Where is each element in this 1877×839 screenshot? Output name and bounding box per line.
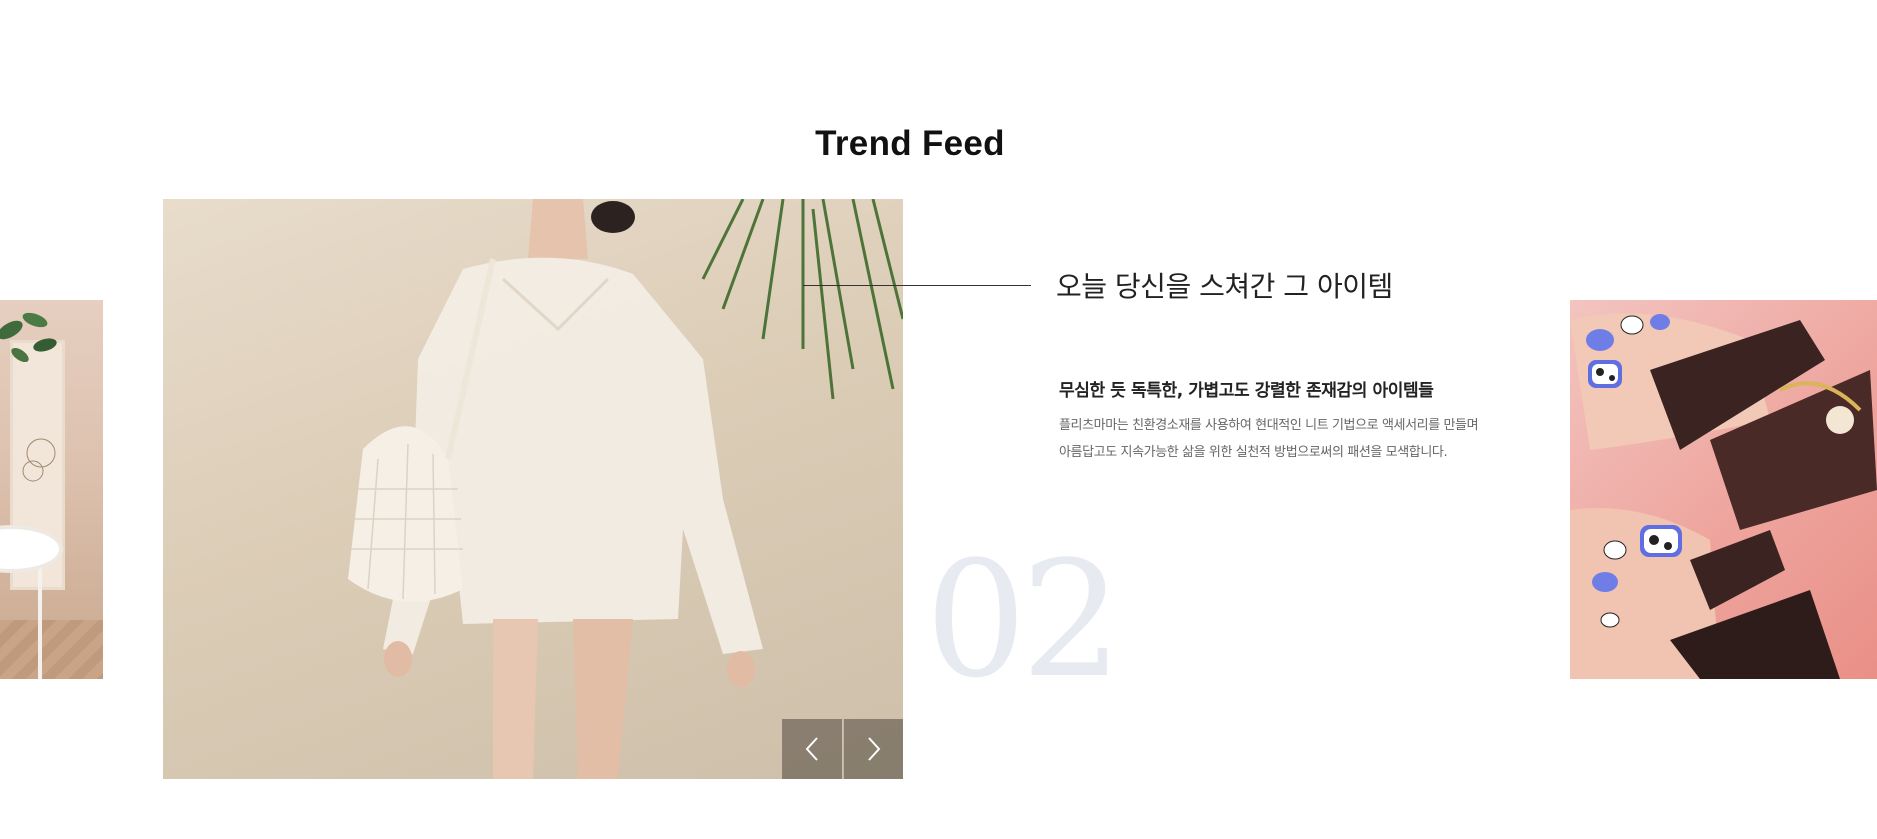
slider-nav [782, 719, 903, 779]
plant-image [0, 312, 57, 363]
chevron-left-icon [805, 737, 818, 761]
chevron-right-icon [867, 737, 880, 761]
next-slide-thumbnail[interactable] [1570, 300, 1877, 679]
slide-headline: 오늘 당신을 스쳐간 그 아이템 [1056, 270, 1393, 303]
slide-subhead: 무심한 듯 독특한, 가볍고도 강렬한 존재감의 아이템들 [1059, 381, 1434, 401]
description-line: 아름답고도 지속가능한 삶을 위한 실천적 방법으로써의 패션을 모색합니다. [1059, 445, 1448, 460]
sandals-pedicure-image [1570, 313, 1877, 679]
model-knit-top-image [348, 199, 903, 779]
next-slide-button[interactable] [843, 719, 903, 779]
description-line: 플리츠마마는 친환경소재를 사용하여 현대적인 니트 기법으로 액세서리를 만들… [1059, 418, 1479, 433]
section-title: Trend Feed [815, 124, 1005, 163]
slide-description: 플리츠마마는 친환경소재를 사용하여 현대적인 니트 기법으로 액세서리를 만들… [1059, 412, 1529, 466]
connector-line [803, 285, 1031, 286]
slide-number: 02 [925, 526, 1123, 713]
slide-main-photo [163, 199, 903, 779]
trend-feed-section: Trend Feed 02 오늘 당신을 스쳐간 그 아이템 무심한 듯 독특한… [0, 0, 1877, 839]
prev-slide-thumbnail[interactable] [0, 300, 103, 679]
prev-slide-button[interactable] [782, 719, 842, 779]
floor-image [0, 620, 103, 679]
